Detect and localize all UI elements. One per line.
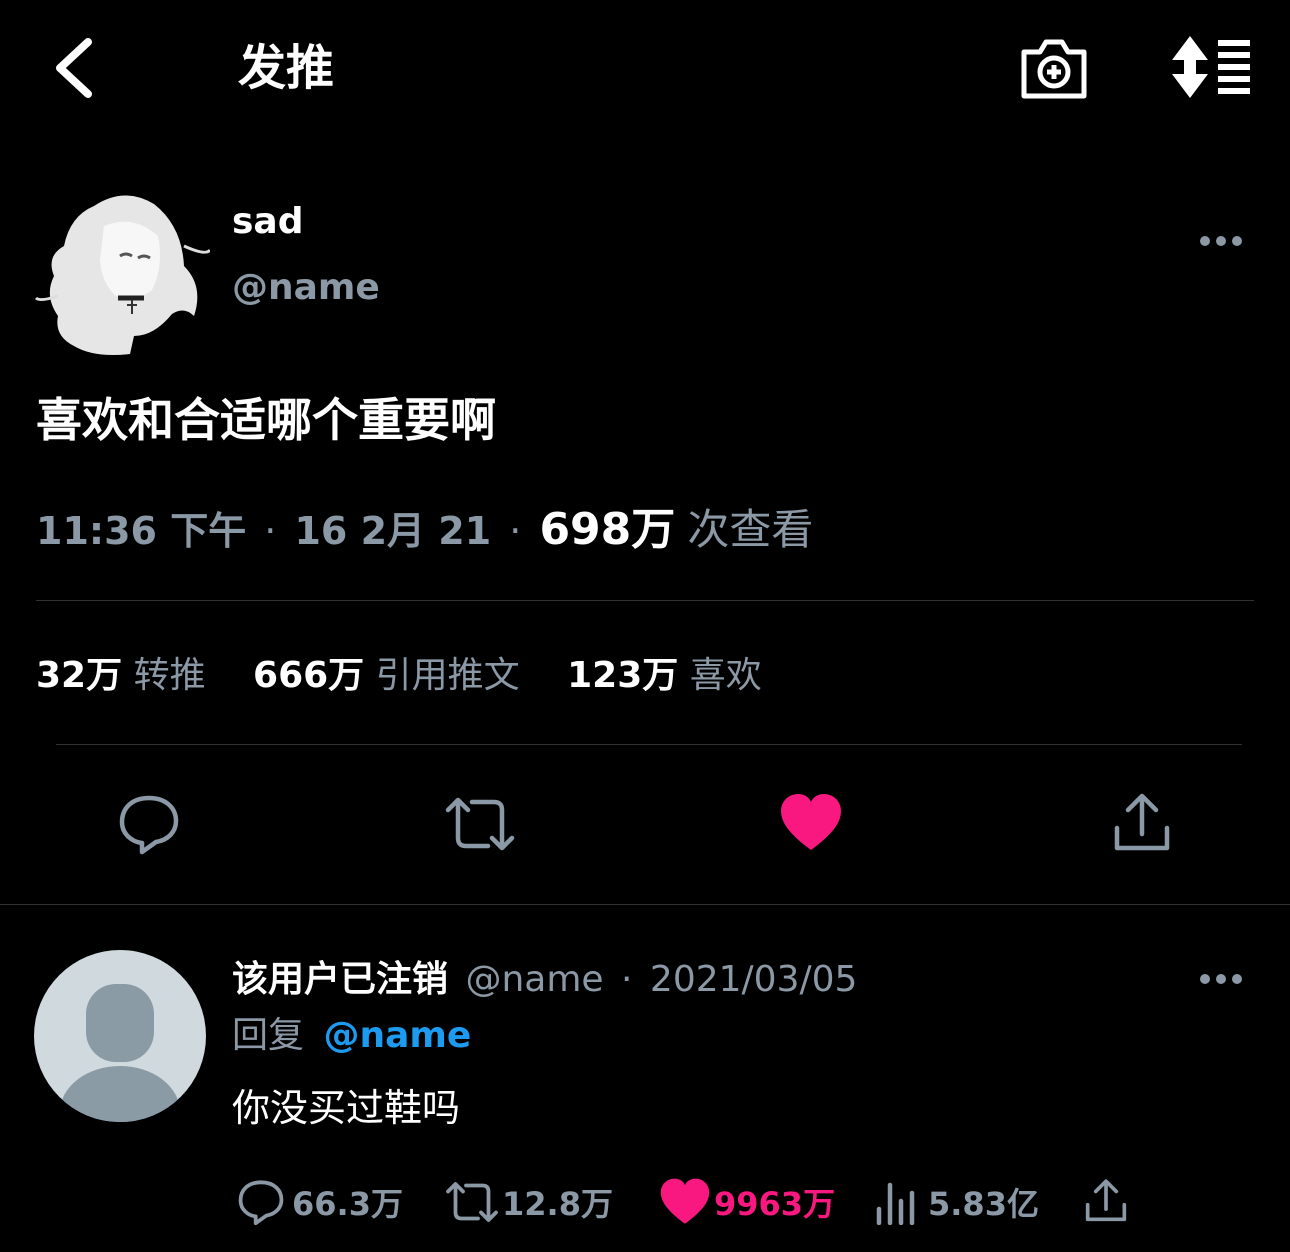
share-button[interactable] (1112, 792, 1172, 854)
quotes-stat[interactable]: 666万 引用推文 (253, 655, 531, 696)
reply-button[interactable] (116, 792, 182, 856)
default-user-icon (34, 950, 206, 1122)
likes-stat[interactable]: 123万 喜欢 (567, 655, 762, 696)
reply-reply-action[interactable]: 66.3万 (236, 1176, 403, 1228)
replying-to-label: 回复 (232, 1015, 305, 1056)
reply-separator: · (621, 959, 633, 1000)
reply-icon (238, 1180, 284, 1226)
retweet-button[interactable] (440, 796, 520, 852)
reply-date[interactable]: 2021/03/05 (650, 959, 858, 1000)
author-handle[interactable]: @name (232, 266, 380, 310)
reply-share-action[interactable] (1084, 1178, 1128, 1224)
heart-icon (781, 794, 841, 850)
reply-like-action[interactable]: 9963万 (658, 1176, 835, 1228)
reply-display-name[interactable]: 该用户已注销 (232, 959, 448, 1000)
retweets-label: 转推 (133, 655, 206, 696)
meta-separator: · (509, 509, 522, 553)
retweets-count: 32万 (36, 655, 123, 696)
tweet-meta: 11:36 下午 · 16 2月 21 · 698万 次查看 (36, 500, 813, 561)
likes-label: 喜欢 (689, 655, 762, 696)
reply-retweets-count: 12.8万 (502, 1185, 613, 1223)
reply-views-action[interactable]: 5.83亿 (874, 1176, 1039, 1228)
like-button[interactable] (778, 792, 844, 854)
quotes-label: 引用推文 (375, 655, 520, 696)
views-icon (876, 1182, 915, 1225)
more-icon (1200, 236, 1242, 246)
more-button[interactable] (1196, 226, 1246, 256)
reply-icon (119, 795, 179, 855)
quotes-count: 666万 (253, 655, 365, 696)
back-button[interactable] (48, 32, 108, 104)
views-label: 次查看 (687, 505, 814, 554)
tweet-stats: 32万 转推 666万 引用推文 123万 喜欢 (36, 648, 762, 704)
replying-to-handle[interactable]: @name (323, 1015, 471, 1056)
tweet-time[interactable]: 11:36 下午 (36, 509, 246, 553)
reply-retweet-action[interactable]: 12.8万 (442, 1176, 613, 1228)
tweet-text: 喜欢和合适哪个重要啊 (36, 393, 496, 447)
author-display-name[interactable]: sad (232, 200, 304, 244)
reply-avatar[interactable] (34, 950, 206, 1122)
camera-plus-icon (1021, 39, 1087, 99)
page-title: 发推 (238, 40, 335, 96)
share-icon (1114, 793, 1170, 851)
share-icon (1085, 1179, 1127, 1222)
heart-icon (660, 1178, 710, 1224)
reply-handle[interactable]: @name (465, 959, 603, 1000)
more-icon (1200, 974, 1242, 984)
sort-list-icon (1172, 36, 1250, 98)
divider (36, 600, 1254, 601)
reply-text: 你没买过鞋吗 (232, 1086, 461, 1130)
divider (0, 904, 1290, 905)
reply-likes-count: 9963万 (714, 1185, 836, 1223)
retweet-icon (446, 1182, 498, 1222)
reply-views-count: 5.83亿 (928, 1185, 1039, 1223)
back-icon (56, 38, 92, 98)
retweet-icon (445, 797, 515, 851)
reply-replies-count: 66.3万 (292, 1185, 403, 1223)
tweet-date[interactable]: 16 2月 21 (294, 509, 491, 553)
sort-button[interactable] (1168, 34, 1254, 100)
retweets-stat[interactable]: 32万 转推 (36, 655, 217, 696)
views-count[interactable]: 698万 (539, 504, 675, 555)
camera-button[interactable] (1018, 36, 1090, 102)
meta-separator: · (264, 509, 277, 553)
reply-header: 该用户已注销 @name · 2021/03/05 (232, 956, 857, 1004)
divider (56, 744, 1242, 745)
reply-more-button[interactable] (1196, 964, 1246, 994)
anime-avatar-image (34, 195, 210, 355)
likes-count: 123万 (567, 655, 679, 696)
avatar[interactable] (34, 186, 210, 362)
replying-to: 回复 @name (232, 1012, 471, 1060)
